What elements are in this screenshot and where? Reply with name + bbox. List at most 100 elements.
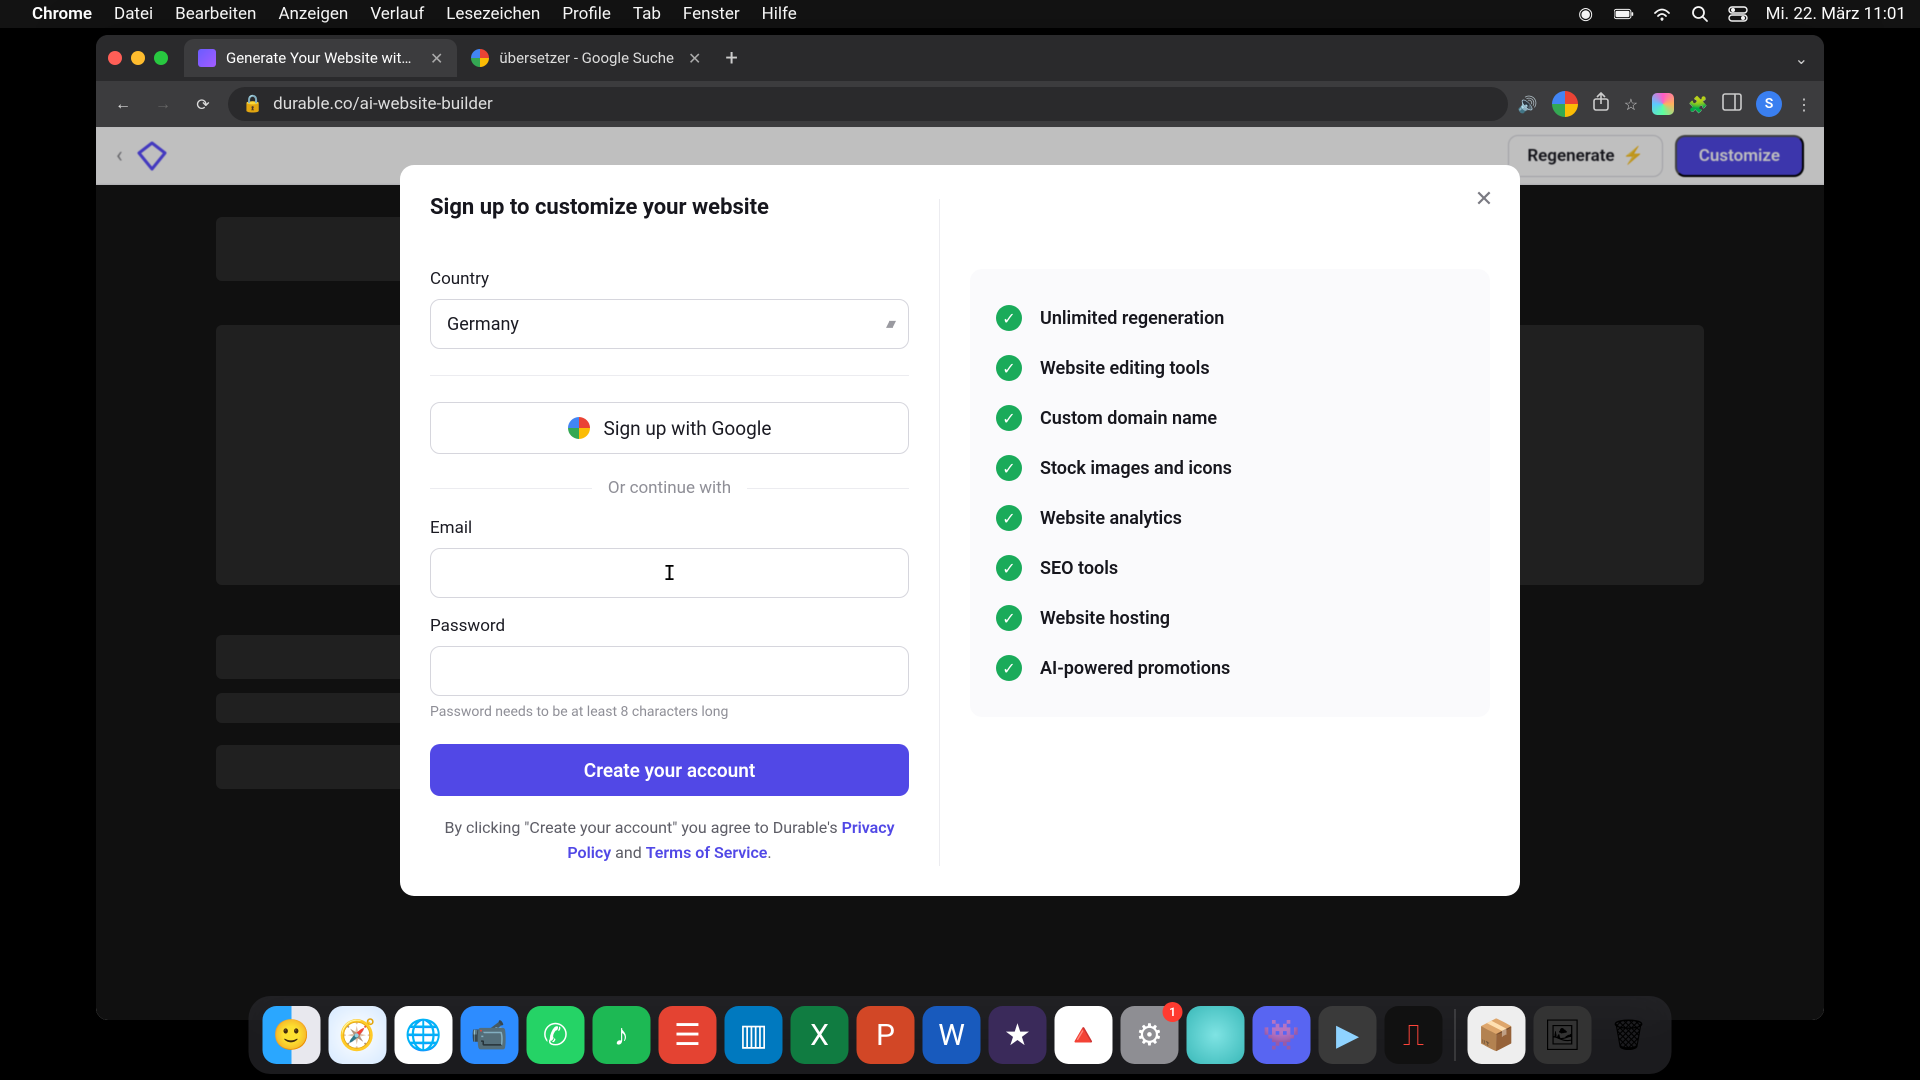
feature-item: ✓Website analytics [996, 493, 1464, 543]
tab-favicon-icon [198, 49, 216, 67]
dock-chrome-icon[interactable]: 🌐 [395, 1006, 453, 1064]
menu-verlauf[interactable]: Verlauf [370, 4, 424, 24]
menu-lesezeichen[interactable]: Lesezeichen [446, 4, 540, 24]
chrome-window: Generate Your Website with AI ✕ übersetz… [96, 35, 1824, 1020]
dock-spotify-icon[interactable]: ♪ [593, 1006, 651, 1064]
country-select[interactable]: Germany ▴▾ [430, 299, 909, 349]
nav-reload-icon[interactable]: ⟳ [188, 89, 218, 119]
legal-text: By clicking "Create your account" you ag… [430, 816, 909, 866]
modal-backdrop[interactable]: Sign up to customize your website ✕ Coun… [96, 127, 1824, 1020]
dock-app-generic-icon[interactable]: 📦 [1468, 1006, 1526, 1064]
dock-quicktime-icon[interactable]: ▶ [1319, 1006, 1377, 1064]
toolbar-actions: 🔊 ☆ 🧩 S ⋮ [1518, 91, 1812, 117]
url-text: durable.co/ai-website-builder [273, 94, 493, 114]
tab-title: Generate Your Website with AI [226, 49, 416, 67]
dock-imovie-icon[interactable]: ★ [989, 1006, 1047, 1064]
extensions-icon[interactable]: 🧩 [1688, 95, 1708, 114]
tab-other[interactable]: übersetzer - Google Suche ✕ [457, 39, 715, 77]
email-label: Email [430, 518, 909, 538]
window-zoom-icon[interactable] [154, 51, 168, 65]
modal-close-button[interactable]: ✕ [1470, 185, 1498, 213]
tab-close-icon[interactable]: ✕ [430, 49, 443, 68]
menu-profile[interactable]: Profile [562, 4, 611, 24]
nav-back-icon[interactable]: ← [108, 89, 138, 119]
menubar-clock[interactable]: Mi. 22. März 11:01 [1766, 4, 1906, 24]
record-icon[interactable]: ◉ [1576, 4, 1596, 24]
country-field: Country Germany ▴▾ [430, 269, 909, 349]
dock-settings-icon[interactable]: ⚙1 [1121, 1006, 1179, 1064]
dock-finder-icon[interactable]: 🙂 [263, 1006, 321, 1064]
check-icon: ✓ [996, 505, 1022, 531]
check-icon: ✓ [996, 605, 1022, 631]
check-icon: ✓ [996, 355, 1022, 381]
app-menu[interactable]: Chrome [32, 4, 92, 24]
password-hint: Password needs to be at least 8 characte… [430, 704, 909, 720]
macos-menubar: Chrome Datei Bearbeiten Anzeigen Verlauf… [0, 0, 1920, 28]
address-bar[interactable]: 🔒 durable.co/ai-website-builder [228, 87, 1508, 121]
country-label: Country [430, 269, 909, 289]
signup-modal: Sign up to customize your website ✕ Coun… [400, 165, 1520, 896]
google-account-icon[interactable] [1552, 91, 1578, 117]
dock-whatsapp-icon[interactable]: ✆ [527, 1006, 585, 1064]
divider [430, 375, 909, 376]
password-input[interactable] [430, 646, 909, 696]
create-account-button[interactable]: Create your account [430, 744, 909, 796]
menu-bearbeiten[interactable]: Bearbeiten [175, 4, 256, 24]
tab-favicon-google-icon [471, 49, 489, 67]
translate-icon[interactable]: 🔊 [1518, 95, 1538, 114]
window-minimize-icon[interactable] [131, 51, 145, 65]
tabs-menu-icon[interactable]: ⌄ [1795, 49, 1808, 68]
feature-label: SEO tools [1040, 558, 1118, 579]
battery-icon[interactable] [1614, 4, 1634, 24]
dock-voice-memos-icon[interactable]: ⎍ [1385, 1006, 1443, 1064]
dock-discord-icon[interactable]: 👾 [1253, 1006, 1311, 1064]
menu-fenster[interactable]: Fenster [683, 4, 740, 24]
nav-forward-icon: → [148, 89, 178, 119]
control-center-icon[interactable] [1728, 4, 1748, 24]
password-field-block: Password Password needs to be at least 8… [430, 616, 909, 720]
google-signup-button[interactable]: Sign up with Google [430, 402, 909, 454]
menu-hilfe[interactable]: Hilfe [762, 4, 797, 24]
tab-close-icon[interactable]: ✕ [688, 49, 701, 68]
dock-screenshots-icon[interactable]: 🖼 [1534, 1006, 1592, 1064]
dock-trello-icon[interactable]: ▥ [725, 1006, 783, 1064]
dock-powerpoint-icon[interactable]: P [857, 1006, 915, 1064]
check-icon: ✓ [996, 655, 1022, 681]
email-input[interactable]: I [430, 548, 909, 598]
feature-item: ✓AI-powered promotions [996, 643, 1464, 693]
terms-of-service-link[interactable]: Terms of Service [646, 843, 768, 862]
bookmark-icon[interactable]: ☆ [1624, 95, 1638, 114]
new-tab-button[interactable]: + [725, 46, 737, 71]
share-icon[interactable] [1592, 92, 1610, 116]
sidepanel-icon[interactable] [1722, 93, 1742, 115]
dock-todoist-icon[interactable]: ☰ [659, 1006, 717, 1064]
menu-datei[interactable]: Datei [114, 4, 153, 24]
country-value: Germany [447, 314, 519, 335]
menu-tab[interactable]: Tab [633, 4, 661, 24]
menu-anzeigen[interactable]: Anzeigen [278, 4, 348, 24]
chrome-menu-icon[interactable]: ⋮ [1796, 95, 1812, 114]
dock-trash-icon[interactable]: 🗑 [1600, 1006, 1658, 1064]
wifi-icon[interactable] [1652, 4, 1672, 24]
page-viewport: ‹ Regenerate ⚡ Customize Sign up to cust… [96, 127, 1824, 1020]
google-button-label: Sign up with Google [604, 417, 772, 440]
lock-icon: 🔒 [242, 94, 263, 114]
tab-active[interactable]: Generate Your Website with AI ✕ [184, 39, 457, 77]
feature-label: Unlimited regeneration [1040, 308, 1224, 329]
dock-drive-icon[interactable]: 🔺 [1055, 1006, 1113, 1064]
dock-excel-icon[interactable]: X [791, 1006, 849, 1064]
password-label: Password [430, 616, 909, 636]
dock-safari-icon[interactable]: 🧭 [329, 1006, 387, 1064]
dock-app-circle-icon[interactable] [1187, 1006, 1245, 1064]
or-text: Or continue with [608, 478, 731, 498]
window-close-icon[interactable] [108, 51, 122, 65]
dock-word-icon[interactable]: W [923, 1006, 981, 1064]
spotlight-icon[interactable] [1690, 4, 1710, 24]
profile-avatar[interactable]: S [1756, 91, 1782, 117]
dock-zoom-icon[interactable]: 📹 [461, 1006, 519, 1064]
modal-title: Sign up to customize your website [430, 195, 769, 220]
macos-dock: 🙂 🧭 🌐 📹 ✆ ♪ ☰ ▥ X P W ★ 🔺 ⚙1 👾 ▶ ⎍ 📦 🖼 🗑 [249, 996, 1672, 1074]
feature-item: ✓Unlimited regeneration [996, 293, 1464, 343]
signup-form: Country Germany ▴▾ Sign up with Google O… [400, 199, 940, 866]
extension-colorful-icon[interactable] [1652, 93, 1674, 115]
